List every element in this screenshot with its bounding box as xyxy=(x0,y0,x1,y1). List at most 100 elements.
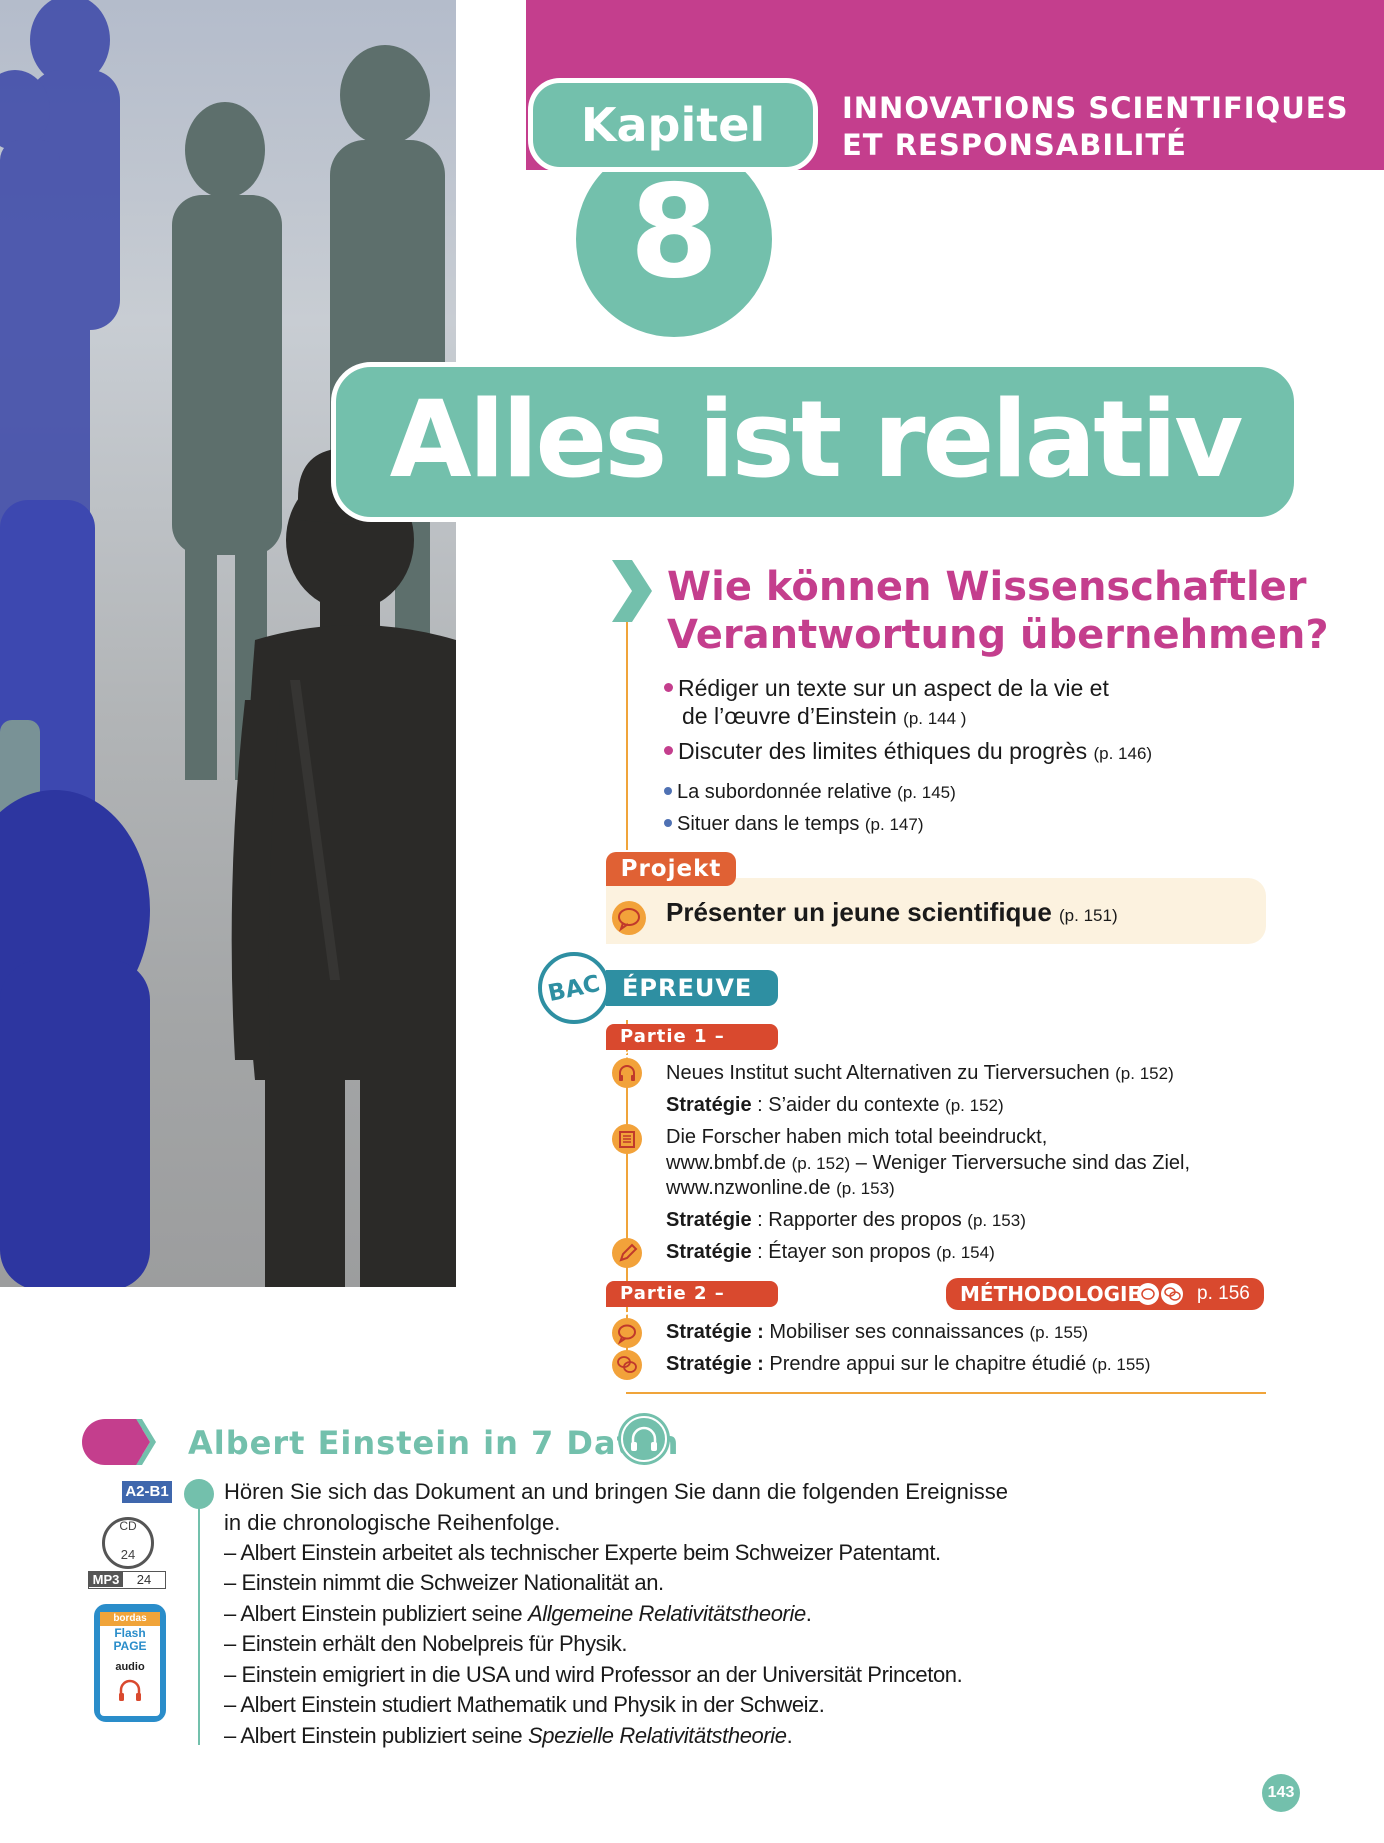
headphones-icon[interactable] xyxy=(618,1413,670,1465)
question-line1: Wie können Wissenschaftler xyxy=(667,564,1307,610)
page-ref: (p. 144 ) xyxy=(903,709,967,728)
exercise-instruction: Hören Sie sich das Dokument an und bring… xyxy=(224,1476,1024,1538)
page-ref: (p. 145) xyxy=(897,783,956,802)
strategy-text: Rapporter des propos xyxy=(768,1209,962,1231)
page-ref: (p. 153) xyxy=(836,1179,895,1198)
objective-item: Rédiger un texte sur un aspect de la vie… xyxy=(664,674,1109,702)
strategy-label: Stratégie : xyxy=(666,1321,764,1343)
projekt-text: Présenter un jeune scientifique (p. 151) xyxy=(666,896,1118,932)
exercise-title: Albert Einstein in 7 Daten xyxy=(188,1424,680,1462)
strategy-label: Stratégie xyxy=(666,1241,752,1263)
strategy-line: Stratégie : S’aider du contexte (p. 152) xyxy=(666,1093,1004,1118)
event-item: – Albert Einstein arbeitet als technisch… xyxy=(224,1538,941,1568)
headphones-icon xyxy=(612,1058,642,1088)
event-text: – Einstein emigriert in die USA und wird… xyxy=(224,1662,963,1687)
strategy-text: Prendre appui sur le chapitre étudié xyxy=(763,1353,1087,1375)
objective-text: Discuter des limites éthiques du progrès xyxy=(678,738,1088,764)
event-text: – Albert Einstein studiert Mathematik un… xyxy=(224,1692,825,1717)
epreuve-label: ÉPREUVE 3 xyxy=(606,970,778,1038)
exercise-timeline xyxy=(198,1505,200,1745)
page-title: Alles ist relativ xyxy=(389,378,1244,501)
mp3-track: MP3 24 xyxy=(88,1571,166,1589)
event-item: – Einstein emigriert in die USA und wird… xyxy=(224,1660,963,1690)
strategy-text: Étayer son propos xyxy=(768,1241,931,1263)
headphones-icon xyxy=(119,1679,141,1701)
speech-bubble-icon xyxy=(612,1318,642,1348)
section-marker xyxy=(82,1419,142,1465)
section-chevron-icon xyxy=(136,1419,156,1465)
page-ref: (p. 154) xyxy=(936,1243,995,1262)
strategy-label: Stratégie : xyxy=(666,1353,764,1375)
partie2-tag: Partie 2 – Oral xyxy=(606,1281,778,1330)
page-ref: (p. 152) xyxy=(791,1154,851,1173)
speech-bubble-icon xyxy=(612,901,646,935)
page-ref: (p. 153) xyxy=(967,1211,1026,1230)
chapter-theme-line2: ET RESPONSABILITÉ xyxy=(842,128,1187,162)
chapter-theme: INNOVATIONS SCIENTIFIQUES ET RESPONSABIL… xyxy=(842,90,1362,164)
event-text: – Albert Einstein publiziert seine xyxy=(224,1601,528,1626)
strategy-text: S’aider du contexte xyxy=(768,1094,940,1116)
reading-document-line3: www.nzwonline.de (p. 153) xyxy=(666,1176,895,1201)
page-ref: (p. 152) xyxy=(945,1096,1004,1115)
bullet-dot xyxy=(664,683,673,693)
separator: : xyxy=(751,1094,769,1116)
kapitel-label: Kapitel xyxy=(528,78,818,172)
projekt-title: Présenter un jeune scientifique xyxy=(666,897,1052,927)
projekt-tag: Projekt xyxy=(606,852,736,886)
document-title: Neues Institut sucht Alternativen zu Tie… xyxy=(666,1062,1110,1084)
grammar-text: La subordonnée relative xyxy=(677,781,892,803)
dialogue-icon xyxy=(612,1350,642,1380)
strategy-line: Stratégie : Mobiliser ses connaissances … xyxy=(666,1320,1088,1345)
partie1-tag: Partie 1 – Écrit xyxy=(606,1024,778,1073)
objective-text: de l’œuvre d’Einstein xyxy=(682,703,897,729)
page-ref: (p. 155) xyxy=(1029,1323,1089,1342)
grammar-item: Situer dans le temps (p. 147) xyxy=(664,810,923,839)
listening-document: Neues Institut sucht Alternativen zu Tie… xyxy=(666,1061,1174,1086)
instruction-line1: Hören Sie sich das Dokument an und bring… xyxy=(224,1479,1008,1504)
objectives-timeline xyxy=(626,620,628,850)
exercise-bullet xyxy=(184,1479,214,1509)
chapter-number: 8 xyxy=(629,158,719,307)
event-text: – Albert Einstein publiziert seine xyxy=(224,1723,528,1748)
grammar-item: La subordonnée relative (p. 145) xyxy=(664,778,956,807)
document-title: – Weniger Tierversuche sind das Ziel, xyxy=(850,1152,1191,1174)
event-text: – Einstein nimmt die Schweizer Nationali… xyxy=(224,1570,664,1595)
page-ref: (p. 146) xyxy=(1093,744,1153,763)
cover-photo-einstein-statues xyxy=(0,0,456,1287)
strategy-label: Stratégie xyxy=(666,1094,752,1116)
speech-bubbles-icon xyxy=(1137,1283,1183,1305)
statues-illustration xyxy=(0,0,456,1287)
event-item: – Albert Einstein publiziert seine Allge… xyxy=(224,1599,812,1629)
objective-text: Rédiger un texte sur un aspect de la vie… xyxy=(678,675,1109,701)
methodologie-label: MÉTHODOLOGIE xyxy=(960,1282,1142,1306)
page-ref: (p. 152) xyxy=(1115,1064,1174,1083)
separator: : xyxy=(751,1209,769,1231)
cd-track-number: 24 xyxy=(120,1547,136,1562)
bullet-dot xyxy=(664,746,673,756)
flashpage-line2: PAGE xyxy=(113,1639,147,1653)
page-ref: (p. 147) xyxy=(864,815,924,834)
flashpage-brand: bordas xyxy=(100,1612,160,1626)
bullet-dot xyxy=(664,818,672,827)
chapter-question: Wie können Wissenschaftler Verantwortung… xyxy=(667,563,1367,659)
reading-document-line1: Die Forscher haben mich total beeindruck… xyxy=(666,1126,1048,1148)
bac-bottom-rule xyxy=(626,1392,1266,1394)
page-number: 143 xyxy=(1262,1774,1300,1812)
strategy-line: Stratégie : Étayer son propos (p. 154) xyxy=(666,1240,995,1265)
objective-item: Discuter des limites éthiques du progrès… xyxy=(664,737,1152,768)
event-italic: Allgemeine Relativitätstheorie xyxy=(527,1601,806,1626)
event-item: – Albert Einstein studiert Mathematik un… xyxy=(224,1690,825,1720)
source-url: www.nzwonline.de xyxy=(666,1177,831,1199)
event-item: – Einstein erhält den Nobelpreis für Phy… xyxy=(224,1629,627,1659)
source-url: www.bmbf.de xyxy=(666,1152,787,1174)
event-end: . xyxy=(786,1723,793,1748)
event-text: – Albert Einstein arbeitet als technisch… xyxy=(224,1540,941,1565)
separator: : xyxy=(751,1241,769,1263)
book-icon xyxy=(612,1124,642,1154)
grammar-text: Situer dans le temps xyxy=(677,813,860,835)
chevron-right-icon xyxy=(612,560,652,622)
bullet-dot xyxy=(664,786,672,795)
strategy-line: Stratégie : Prendre appui sur le chapitr… xyxy=(666,1352,1150,1377)
flashpage-logo: Flash PAGE xyxy=(100,1627,160,1653)
level-badge: A2-B1 xyxy=(122,1481,172,1503)
